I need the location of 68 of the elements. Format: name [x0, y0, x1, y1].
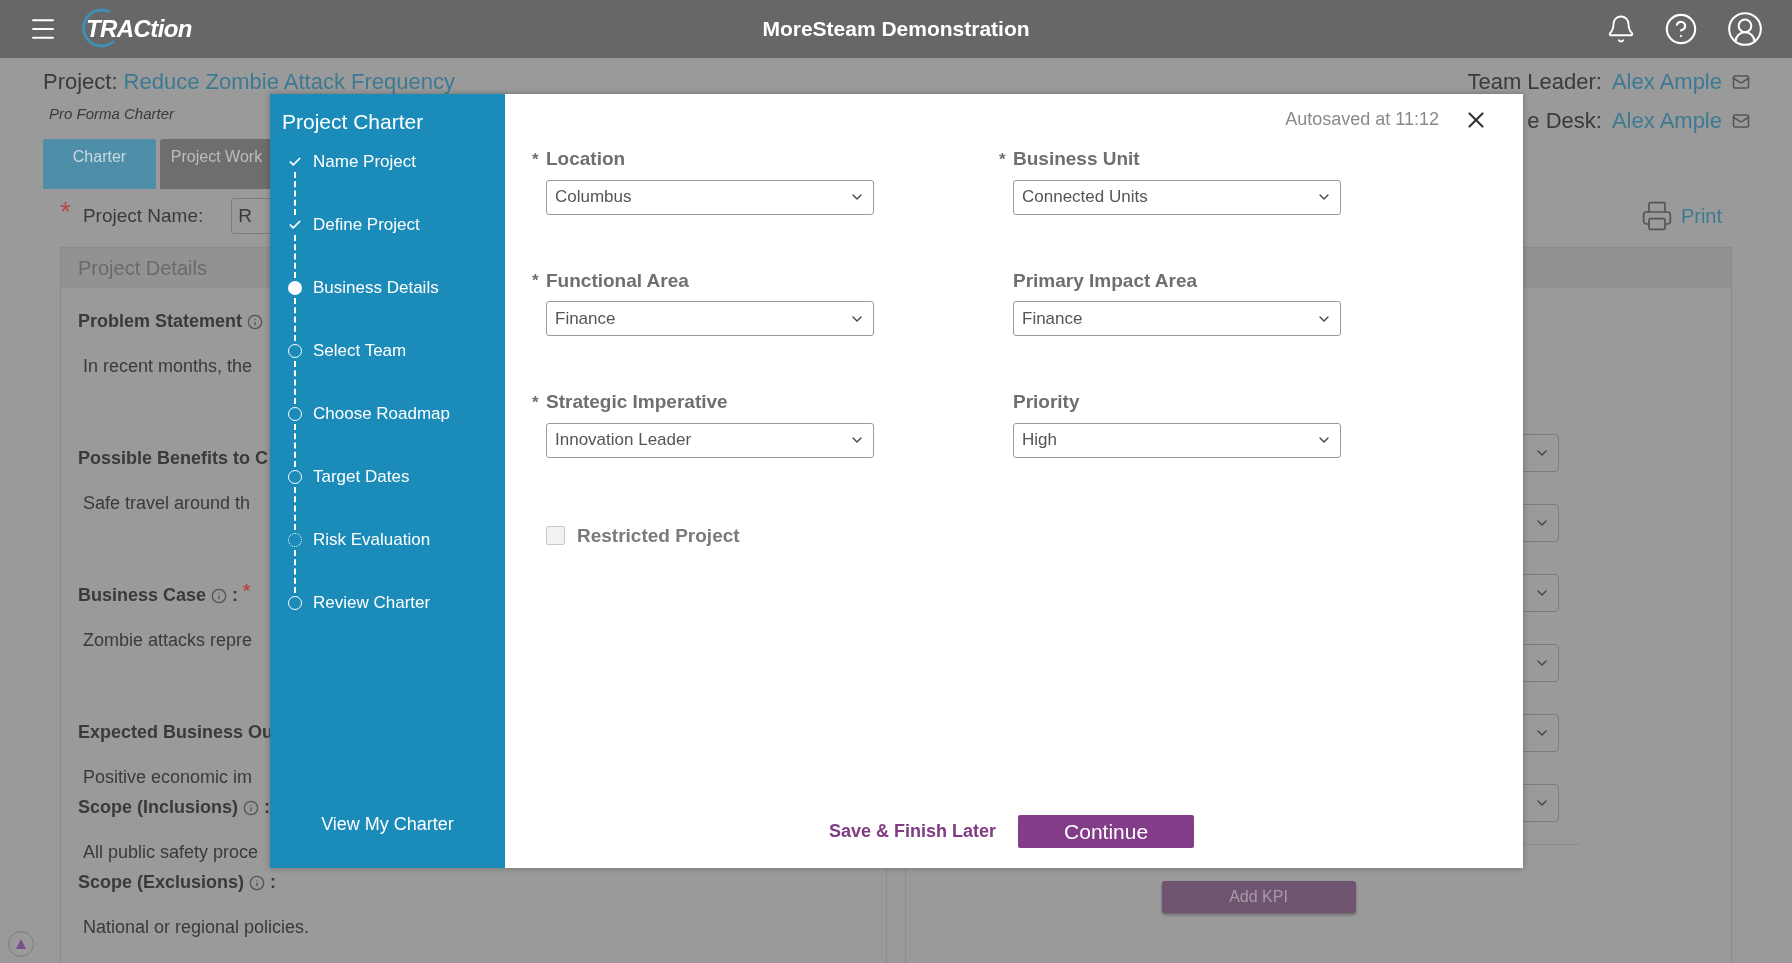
continue-button[interactable]: Continue: [1018, 815, 1195, 848]
required-asterisk: *: [243, 580, 251, 603]
section-title: Problem Statement: [78, 310, 243, 333]
mail-icon[interactable]: [1732, 72, 1750, 91]
app-title: MoreSteam Demonstration: [762, 16, 1030, 43]
step-link[interactable]: Select Team: [313, 340, 407, 361]
info-icon[interactable]: [211, 587, 228, 604]
field-label: Location: [546, 147, 626, 171]
help-icon[interactable]: [1664, 12, 1698, 46]
select-field[interactable]: Connected Units: [1013, 179, 1341, 215]
tab[interactable]: Project Work: [160, 139, 273, 189]
section-title: Business Case: [78, 584, 207, 607]
select-field[interactable]: High: [1013, 422, 1341, 458]
step-link[interactable]: Risk Evaluation: [313, 529, 431, 550]
section-text: Positive economic im: [83, 766, 253, 789]
section-text: Zombie attacks repre: [83, 629, 253, 652]
view-charter-link[interactable]: View My Charter: [321, 811, 454, 838]
select-field[interactable]: Finance: [546, 301, 874, 336]
field-label: Strategic Imperative: [546, 390, 728, 414]
tab[interactable]: Charter: [43, 139, 156, 189]
logo[interactable]: TRACtion: [86, 11, 192, 47]
field-label: Primary Impact Area: [1013, 268, 1198, 293]
select-field[interactable]: Finance: [1013, 301, 1341, 336]
field-label: Priority: [1013, 390, 1080, 414]
restricted-checkbox[interactable]: [546, 526, 565, 546]
colon: :: [270, 871, 277, 894]
required-asterisk: *: [999, 148, 1007, 171]
step-link[interactable]: Name Project: [313, 151, 416, 172]
role-label: e Desk:: [1527, 107, 1602, 135]
printer-icon[interactable]: [1640, 200, 1673, 232]
notification-bell-icon[interactable]: [1606, 14, 1636, 44]
dialog-title: Project Charter: [282, 109, 425, 135]
add-kpi-button[interactable]: Add KPI: [1161, 881, 1356, 913]
step-link[interactable]: Target Dates: [313, 466, 410, 487]
section-text: All public safety proce: [83, 841, 259, 864]
section-text: National or regional policies.: [83, 916, 310, 939]
required-asterisk: *: [60, 195, 71, 229]
section-title: Possible Benefits to C: [78, 447, 269, 470]
required-asterisk: *: [532, 270, 540, 292]
step-link[interactable]: Review Charter: [313, 592, 431, 613]
step-link[interactable]: Define Project: [313, 214, 420, 235]
colon: :: [264, 796, 271, 819]
required-asterisk: *: [532, 148, 540, 171]
field-label: Business Unit: [1013, 147, 1140, 171]
section-text: Safe travel around th: [83, 492, 251, 515]
info-icon[interactable]: [243, 799, 260, 816]
project-name-label: Project Name:: [82, 203, 204, 228]
mail-icon[interactable]: [1732, 111, 1750, 130]
project-label: Project:: [43, 68, 118, 96]
colon: :: [232, 584, 239, 607]
step-link[interactable]: Choose Roadmap: [313, 403, 451, 424]
section-text: In recent months, the: [83, 355, 253, 378]
required-asterisk: *: [532, 391, 540, 414]
select-field[interactable]: Innovation Leader: [546, 422, 874, 458]
autosave-status: Autosaved at 11:12: [1285, 108, 1439, 131]
field-label: Functional Area: [546, 268, 689, 293]
checkbox-label: Restricted Project: [577, 523, 740, 548]
section-title: Scope (Exclusions): [78, 871, 245, 894]
step-link[interactable]: Business Details: [313, 277, 439, 298]
section-title: Scope (Inclusions): [78, 796, 239, 819]
info-icon[interactable]: [247, 313, 264, 330]
user-avatar-icon[interactable]: [1726, 10, 1764, 48]
save-later-link[interactable]: Save & Finish Later: [829, 818, 997, 845]
select-field[interactable]: Columbus: [546, 179, 874, 215]
charter-subtitle: Pro Forma Charter: [49, 104, 175, 124]
triangle-icon: [15, 938, 27, 950]
role-label: Team Leader:: [1467, 68, 1602, 96]
info-icon[interactable]: [249, 874, 266, 891]
